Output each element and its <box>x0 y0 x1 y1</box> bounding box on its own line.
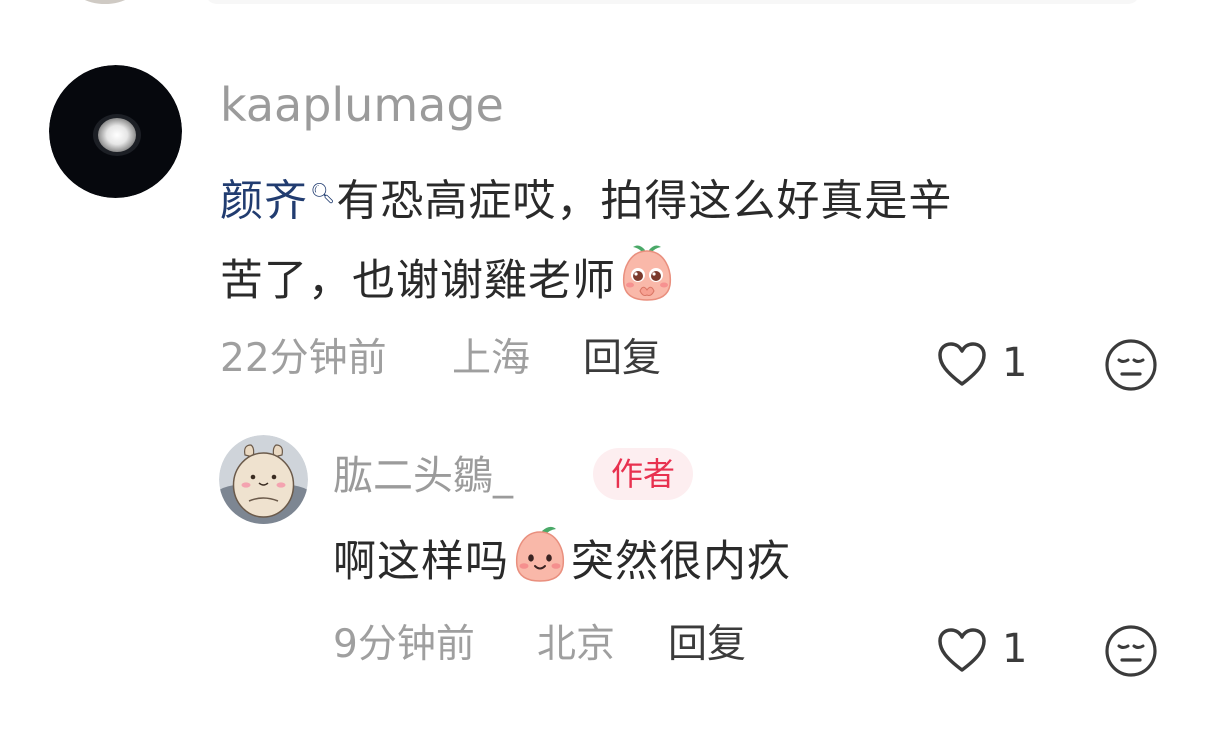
comment-time: 22分钟前 <box>220 336 387 381</box>
comment-body: 颜齐 🔍︎有恐高症哎，拍得这么好真是辛 苦了，也谢谢雞老师 <box>220 153 952 329</box>
search-icon[interactable]: 🔍︎ <box>310 181 336 205</box>
comment-text-line: 颜齐 🔍︎有恐高症哎，拍得这么好真是辛 <box>220 153 952 241</box>
pleading-face-emoji <box>616 241 678 329</box>
avatar[interactable] <box>49 65 182 198</box>
like-count: 1 <box>1002 626 1028 672</box>
reply-button[interactable]: 回复 <box>583 339 661 378</box>
previous-comment-avatar <box>70 0 140 4</box>
reply-text: 突然很内疚 <box>571 537 791 587</box>
comment-text: 有恐高症哎，拍得这么好真是辛 <box>336 176 953 227</box>
comment-location: 上海 <box>452 336 531 381</box>
meh-face-icon[interactable] <box>1104 624 1158 682</box>
reply-text: 啊这样吗 <box>333 537 509 587</box>
mention-link[interactable]: 颜齐 <box>220 176 308 226</box>
reply-text-line: 啊这样吗 突然很内疚 <box>333 522 791 610</box>
reply-avatar[interactable] <box>219 435 308 524</box>
smiling-face-emoji <box>509 522 571 610</box>
reply-username[interactable]: 肱二头鶵_ <box>333 456 513 496</box>
comment-text: 苦了，也谢谢雞老师 <box>220 256 616 307</box>
heart-outline-icon[interactable] <box>936 340 988 392</box>
like-count: 1 <box>1002 340 1028 386</box>
reply-button[interactable]: 回复 <box>668 625 746 664</box>
previous-comment-edge <box>205 0 1140 4</box>
reply-body: 啊这样吗 突然很内疚 <box>333 522 791 610</box>
meh-face-icon[interactable] <box>1104 338 1158 396</box>
heart-outline-icon[interactable] <box>936 626 988 678</box>
comment-text-line: 苦了，也谢谢雞老师 <box>220 241 952 329</box>
reply-time: 9分钟前 <box>333 622 475 667</box>
comment-username[interactable]: kaaplumage <box>220 82 504 128</box>
reply-location: 北京 <box>537 622 616 667</box>
author-badge: 作者 <box>593 448 694 500</box>
